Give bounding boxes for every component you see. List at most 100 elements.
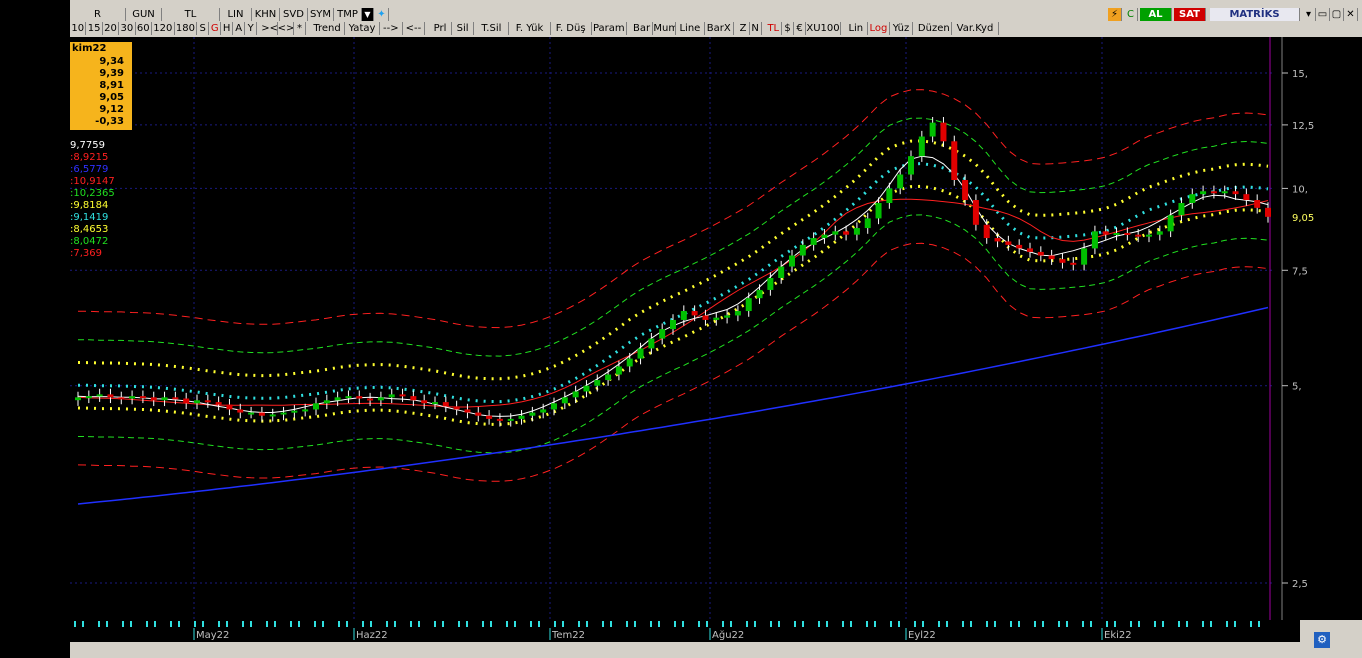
time-tick	[82, 621, 84, 627]
toolbar-button[interactable]: Prl	[429, 22, 452, 35]
chart-settings-icon[interactable]: ⚙	[1314, 632, 1330, 648]
toolbar-button[interactable]: Var.Kyd	[951, 22, 1000, 35]
candle-body	[1005, 241, 1012, 245]
candle-body	[1124, 232, 1131, 235]
toolbar-button[interactable]: Z	[737, 22, 750, 35]
toolbar-button[interactable]: Trend	[310, 22, 345, 35]
toolbar-button[interactable]: F. Düş	[550, 22, 592, 35]
time-tick	[1234, 621, 1236, 627]
toolbar-button[interactable]: 120	[152, 22, 175, 35]
toolbar-button-lin[interactable]: LIN	[220, 8, 252, 21]
time-tick	[1082, 621, 1084, 627]
time-tick	[586, 621, 588, 627]
toolbar-button[interactable]: S	[197, 22, 210, 35]
toolbar-button[interactable]: Yüz	[890, 22, 913, 35]
toolbar-button-gun[interactable]: GUN	[126, 8, 162, 21]
candle-body	[1135, 234, 1142, 237]
toolbar-button[interactable]: Mum	[653, 22, 676, 35]
toolbar-button[interactable]: Log	[867, 22, 891, 35]
toolbar-button[interactable]: Sil	[451, 22, 475, 35]
last-price-label: 9,05	[1292, 213, 1314, 224]
candle-body	[507, 418, 514, 421]
candle-body	[1081, 248, 1088, 265]
sell-button[interactable]: SAT	[1174, 8, 1206, 21]
time-tick	[170, 621, 172, 627]
toolbar-button[interactable]: N	[749, 22, 762, 35]
toolbar-button[interactable]: 180	[174, 22, 198, 35]
candle-body	[377, 397, 384, 401]
candle-body	[648, 338, 655, 349]
candle-body	[853, 228, 860, 235]
toolbar-button-tmp[interactable]: TMP	[334, 8, 362, 21]
toolbar-button[interactable]: Param	[591, 22, 627, 35]
time-tick	[746, 621, 748, 627]
toolbar-button[interactable]: H	[221, 22, 234, 35]
refresh-icon[interactable]: C	[1124, 8, 1138, 21]
candle-body	[994, 238, 1001, 242]
toolbar-button[interactable]: ><	[261, 22, 278, 35]
candle-body	[475, 412, 482, 416]
toolbar-button[interactable]: <--	[402, 22, 426, 35]
toolbar-button-r[interactable]: R	[70, 8, 126, 21]
toolbar-button[interactable]: 10	[70, 22, 87, 35]
toolbar-button[interactable]: Lin	[845, 22, 868, 35]
time-axis-svg: May22 Haz22 Tem22 Ağu22 Eyl22 Eki22	[70, 620, 1300, 642]
candle-body	[951, 141, 958, 180]
toolbar-button[interactable]: F. Yük	[509, 22, 551, 35]
lightning-icon[interactable]: ⚡	[1108, 8, 1122, 21]
candle-body	[356, 396, 363, 399]
toolbar-button[interactable]: Yatay	[345, 22, 380, 35]
toolbar-button[interactable]: Line	[676, 22, 705, 35]
toolbar-button[interactable]: 15	[86, 22, 103, 35]
toolbar-button[interactable]: 30	[119, 22, 136, 35]
menu-icon[interactable]: ▾	[1302, 8, 1316, 21]
toolbar-button[interactable]: Y	[245, 22, 258, 35]
toolbar-button[interactable]: *	[294, 22, 306, 35]
candle-body	[983, 224, 990, 239]
bottom-scrollbar[interactable]	[70, 642, 1362, 658]
time-tick	[1058, 621, 1060, 627]
toolbar-button-svd[interactable]: SVD	[280, 8, 308, 21]
time-tick	[362, 621, 364, 627]
toolbar-button[interactable]: 60	[135, 22, 152, 35]
candle-body	[659, 329, 666, 339]
time-tick	[554, 621, 556, 627]
toolbar-button[interactable]: XU100	[806, 22, 841, 35]
candle-body	[734, 311, 741, 316]
toolbar-button[interactable]: T.Sil	[474, 22, 510, 35]
time-tick	[154, 621, 156, 627]
time-tick	[770, 621, 772, 627]
candle-body	[313, 403, 319, 410]
toolbar-button[interactable]: G	[209, 22, 222, 35]
time-tick	[658, 621, 660, 627]
candle-body	[1200, 191, 1207, 195]
toolbar-button-khn[interactable]: KHN	[252, 8, 280, 21]
minimize-icon[interactable]: ▭	[1316, 8, 1330, 21]
price-chart[interactable]: 15, 12,5 10, 7,5 5, 2,5 9,05	[70, 37, 1362, 620]
toolbar-button[interactable]: <>	[277, 22, 294, 35]
time-tick	[130, 621, 132, 627]
time-tick	[994, 621, 996, 627]
toolbar-button[interactable]: Bar	[630, 22, 654, 35]
candle-body	[821, 234, 828, 239]
buy-button[interactable]: AL	[1140, 8, 1172, 21]
candle-body	[864, 218, 871, 229]
toolbar-button-tl[interactable]: TL	[162, 8, 220, 21]
toolbar-button[interactable]: €	[794, 22, 806, 35]
toolbar-button[interactable]: TL	[765, 22, 782, 35]
candle-body	[183, 398, 190, 404]
toolbar-button[interactable]: -->	[380, 22, 403, 35]
time-tick	[490, 621, 492, 627]
info-value: -0,33	[95, 116, 124, 127]
toolbar-button[interactable]: $	[782, 22, 794, 35]
maximize-icon[interactable]: ▢	[1330, 8, 1344, 21]
toolbar-button[interactable]: Düzen	[916, 22, 952, 35]
twitter-icon[interactable]: ✦	[375, 8, 389, 21]
toolbar-button-sym[interactable]: SYM	[308, 8, 334, 21]
candle-body	[1156, 231, 1163, 235]
toolbar-button[interactable]: A	[233, 22, 246, 35]
toolbar-button[interactable]: BarX	[704, 22, 734, 35]
toolbar-button[interactable]: 20	[102, 22, 120, 35]
close-icon[interactable]: ✕	[1344, 8, 1358, 21]
chevron-down-icon[interactable]: ▼	[362, 8, 374, 21]
